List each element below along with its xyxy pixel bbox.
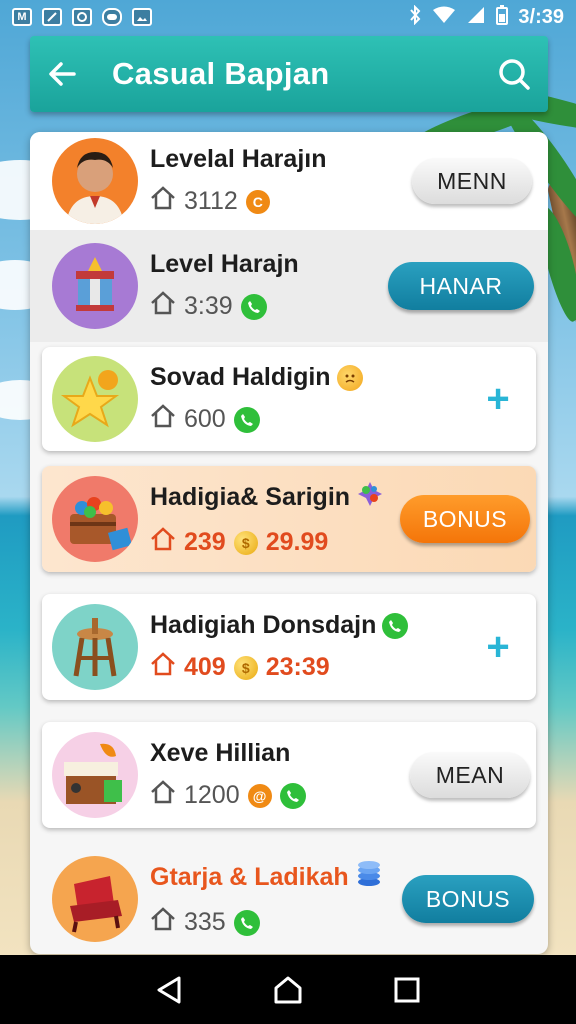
phone-icon [382,612,409,639]
item-title: Xeve Hillian [150,739,291,767]
coins-stack-icon [355,860,383,895]
avatar [52,732,138,818]
phone-icon [233,406,260,433]
add-button[interactable]: + [474,375,522,423]
house-icon [150,404,176,435]
hanar-button[interactable]: HANAR [388,262,534,310]
game-list: Levelal Harajın 3112 C MENN Level Harajn [30,132,548,954]
item-value: 3:39 [184,292,233,320]
back-button[interactable] [34,46,90,102]
house-icon [150,186,176,217]
sad-face-icon [336,364,363,391]
image-icon [132,8,152,26]
gems-icon [356,480,384,515]
recents-nav-button[interactable] [385,968,429,1012]
home-nav-button[interactable] [266,968,310,1012]
bonus-button[interactable]: BONUS [400,495,530,543]
back-nav-button[interactable] [147,968,191,1012]
signal-icon [466,6,486,29]
item-value: 239 [184,528,226,556]
item-price: 29.99 [265,528,329,556]
status-bar: M 3/:39 [0,0,576,34]
navigation-bar [0,955,576,1024]
house-icon [150,780,176,811]
phone-icon [240,293,267,320]
message-icon [102,8,122,26]
avatar [52,243,138,329]
list-item[interactable]: Sovad Haldigin 600 + [42,347,536,451]
page-title: Casual Bapjan [112,56,330,91]
arrow-left-icon [49,62,76,86]
square-recents-icon [394,977,420,1002]
avatar [52,476,138,562]
at-icon: @ [247,783,272,808]
item-time: 23:39 [265,653,330,681]
phone-icon [279,782,306,809]
avatar [52,604,138,690]
list-item[interactable]: Levelal Harajın 3112 C MENN [30,132,548,230]
list-item[interactable]: Xeve Hillian 1200 @ MEAN [42,722,536,828]
bluetooth-icon [408,4,422,30]
wifi-icon [432,6,456,29]
avatar [52,356,138,442]
house-icon [150,652,176,683]
search-icon [499,59,530,90]
bonus-button[interactable]: BONUS [402,875,534,923]
search-button[interactable] [490,50,538,98]
home-icon [274,976,302,1003]
menn-button[interactable]: MENN [412,158,532,204]
list-item[interactable]: Level Harajn 3:39 HANAR [30,230,548,342]
item-value: 3112 [184,187,238,215]
add-button[interactable]: + [474,623,522,671]
phone-icon [233,909,260,936]
item-title: Level Harajn [150,250,299,278]
list-item[interactable]: Gtarja & Ladikah 335 BONUS [30,844,548,954]
house-icon [150,527,176,558]
triangle-back-icon [157,976,181,1003]
mean-button[interactable]: MEAN [410,752,530,798]
app-bar: Casual Bapjan [30,36,548,112]
house-icon [150,907,176,938]
item-title: Gtarja & Ladikah [150,863,349,891]
item-title: Hadigia& Sarigin [150,483,351,511]
sync-icon [72,8,92,26]
avatar [52,138,138,224]
item-value: 1200 [184,781,240,809]
tap-icon [42,8,62,26]
item-value: 335 [184,908,226,936]
battery-icon [496,4,509,30]
house-icon [150,291,176,322]
item-title: Hadigiah Donsdajn [150,611,377,639]
gold-coin-icon: $ [233,655,258,680]
item-title: Sovad Haldigin [150,363,331,391]
item-value: 409 [184,653,226,681]
gold-coin-icon: $ [233,530,258,555]
clock: 3/:39 [518,5,564,28]
list-item[interactable]: Hadigiah Donsdajn 409 $ 23:39 + [42,594,536,700]
gmail-icon: M [12,8,32,26]
item-value: 600 [184,405,226,433]
list-item[interactable]: Hadigia& Sarigin 239 $ 29.99 BONUS [42,466,536,572]
avatar [52,856,138,942]
coin-c-icon: C [245,189,270,214]
item-title: Levelal Harajın [150,145,327,173]
